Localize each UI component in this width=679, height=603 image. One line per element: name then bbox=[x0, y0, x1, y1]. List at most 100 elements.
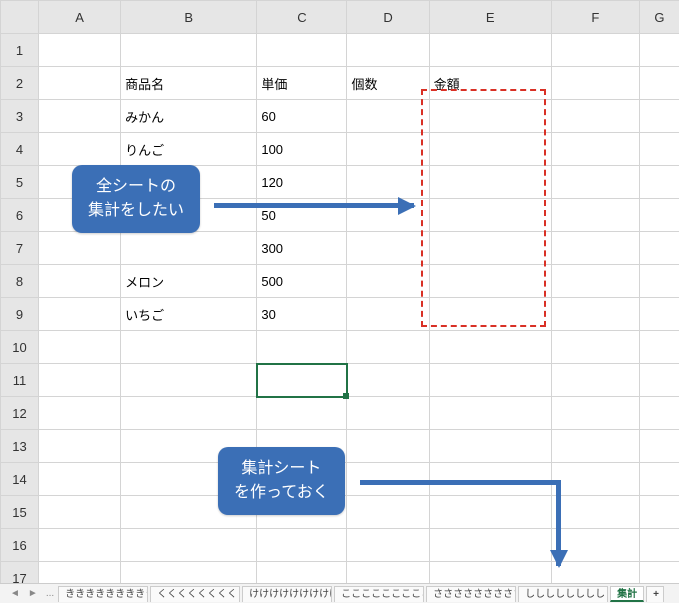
column-header-C[interactable]: C bbox=[257, 1, 347, 34]
cell-D1[interactable] bbox=[347, 34, 429, 67]
cell-G10[interactable] bbox=[639, 331, 679, 364]
cell-E16[interactable] bbox=[429, 529, 551, 562]
cell-B7[interactable] bbox=[121, 232, 257, 265]
cell-B4[interactable]: りんご bbox=[121, 133, 257, 166]
cell-F13[interactable] bbox=[551, 430, 639, 463]
cell-F2[interactable] bbox=[551, 67, 639, 100]
cell-D16[interactable] bbox=[347, 529, 429, 562]
cell-A14[interactable] bbox=[39, 463, 121, 496]
cell-G8[interactable] bbox=[639, 265, 679, 298]
cell-D15[interactable] bbox=[347, 496, 429, 529]
row-header-6[interactable]: 6 bbox=[1, 199, 39, 232]
sheet-tab[interactable]: くくくくくくくくくく bbox=[150, 586, 240, 602]
select-all-corner[interactable] bbox=[1, 1, 39, 34]
row-header-12[interactable]: 12 bbox=[1, 397, 39, 430]
row-header-1[interactable]: 1 bbox=[1, 34, 39, 67]
cell-D2[interactable]: 個数 bbox=[347, 67, 429, 100]
cell-B1[interactable] bbox=[121, 34, 257, 67]
cell-A12[interactable] bbox=[39, 397, 121, 430]
cell-C9[interactable]: 30 bbox=[257, 298, 347, 331]
cell-E2[interactable]: 金額 bbox=[429, 67, 551, 100]
row-header-9[interactable]: 9 bbox=[1, 298, 39, 331]
row-header-10[interactable]: 10 bbox=[1, 331, 39, 364]
cell-F4[interactable] bbox=[551, 133, 639, 166]
cell-F8[interactable] bbox=[551, 265, 639, 298]
cell-B9[interactable]: いちご bbox=[121, 298, 257, 331]
column-header-G[interactable]: G bbox=[639, 1, 679, 34]
cell-E1[interactable] bbox=[429, 34, 551, 67]
cell-C16[interactable] bbox=[257, 529, 347, 562]
sheet-tab[interactable]: しししししししししし bbox=[518, 586, 608, 602]
cell-F16[interactable] bbox=[551, 529, 639, 562]
cell-E9[interactable] bbox=[429, 298, 551, 331]
row-header-8[interactable]: 8 bbox=[1, 265, 39, 298]
cell-C1[interactable] bbox=[257, 34, 347, 67]
sheet-tab[interactable]: ここここここここここ bbox=[334, 586, 424, 602]
cell-A13[interactable] bbox=[39, 430, 121, 463]
column-header-B[interactable]: B bbox=[121, 1, 257, 34]
row-header-11[interactable]: 11 bbox=[1, 364, 39, 397]
cell-G11[interactable] bbox=[639, 364, 679, 397]
cell-G2[interactable] bbox=[639, 67, 679, 100]
row-header-14[interactable]: 14 bbox=[1, 463, 39, 496]
cell-C4[interactable]: 100 bbox=[257, 133, 347, 166]
row-header-16[interactable]: 16 bbox=[1, 529, 39, 562]
tab-ellipsis[interactable]: ... bbox=[42, 588, 58, 599]
cell-E4[interactable] bbox=[429, 133, 551, 166]
cell-G4[interactable] bbox=[639, 133, 679, 166]
cell-F5[interactable] bbox=[551, 166, 639, 199]
column-header-D[interactable]: D bbox=[347, 1, 429, 34]
cell-D9[interactable] bbox=[347, 298, 429, 331]
cell-F9[interactable] bbox=[551, 298, 639, 331]
cell-F3[interactable] bbox=[551, 100, 639, 133]
sheet-tab[interactable]: けけけけけけけけけけ bbox=[242, 586, 332, 602]
column-header-A[interactable]: A bbox=[39, 1, 121, 34]
row-header-13[interactable]: 13 bbox=[1, 430, 39, 463]
cell-D6[interactable] bbox=[347, 199, 429, 232]
cell-F6[interactable] bbox=[551, 199, 639, 232]
row-header-17[interactable]: 17 bbox=[1, 562, 39, 584]
cell-B17[interactable] bbox=[121, 562, 257, 584]
cell-E6[interactable] bbox=[429, 199, 551, 232]
cell-A7[interactable] bbox=[39, 232, 121, 265]
row-header-7[interactable]: 7 bbox=[1, 232, 39, 265]
cell-B16[interactable] bbox=[121, 529, 257, 562]
cell-B8[interactable]: メロン bbox=[121, 265, 257, 298]
cell-A3[interactable] bbox=[39, 100, 121, 133]
cell-D4[interactable] bbox=[347, 133, 429, 166]
cell-B11[interactable] bbox=[121, 364, 257, 397]
cell-D7[interactable] bbox=[347, 232, 429, 265]
sheet-tab[interactable]: きききききききききき bbox=[58, 586, 148, 602]
cell-B2[interactable]: 商品名 bbox=[121, 67, 257, 100]
cell-C2[interactable]: 単価 bbox=[257, 67, 347, 100]
cell-E3[interactable] bbox=[429, 100, 551, 133]
sheet-tab-summary[interactable]: 集計 bbox=[610, 586, 644, 602]
cell-C10[interactable] bbox=[257, 331, 347, 364]
cell-F12[interactable] bbox=[551, 397, 639, 430]
cell-A15[interactable] bbox=[39, 496, 121, 529]
cell-G14[interactable] bbox=[639, 463, 679, 496]
cell-D12[interactable] bbox=[347, 397, 429, 430]
cell-B3[interactable]: みかん bbox=[121, 100, 257, 133]
cell-D5[interactable] bbox=[347, 166, 429, 199]
cell-C6[interactable]: 50 bbox=[257, 199, 347, 232]
cell-E14[interactable] bbox=[429, 463, 551, 496]
cell-F14[interactable] bbox=[551, 463, 639, 496]
cell-G7[interactable] bbox=[639, 232, 679, 265]
sheet-tab[interactable]: さささささささささささ bbox=[426, 586, 516, 602]
cell-A8[interactable] bbox=[39, 265, 121, 298]
cell-A17[interactable] bbox=[39, 562, 121, 584]
cell-E13[interactable] bbox=[429, 430, 551, 463]
cell-F17[interactable] bbox=[551, 562, 639, 584]
cell-C7[interactable]: 300 bbox=[257, 232, 347, 265]
cell-G12[interactable] bbox=[639, 397, 679, 430]
cell-C12[interactable] bbox=[257, 397, 347, 430]
column-header-E[interactable]: E bbox=[429, 1, 551, 34]
cell-E11[interactable] bbox=[429, 364, 551, 397]
cell-D14[interactable] bbox=[347, 463, 429, 496]
cell-D3[interactable] bbox=[347, 100, 429, 133]
cell-G16[interactable] bbox=[639, 529, 679, 562]
cell-E5[interactable] bbox=[429, 166, 551, 199]
cell-C8[interactable]: 500 bbox=[257, 265, 347, 298]
row-header-15[interactable]: 15 bbox=[1, 496, 39, 529]
